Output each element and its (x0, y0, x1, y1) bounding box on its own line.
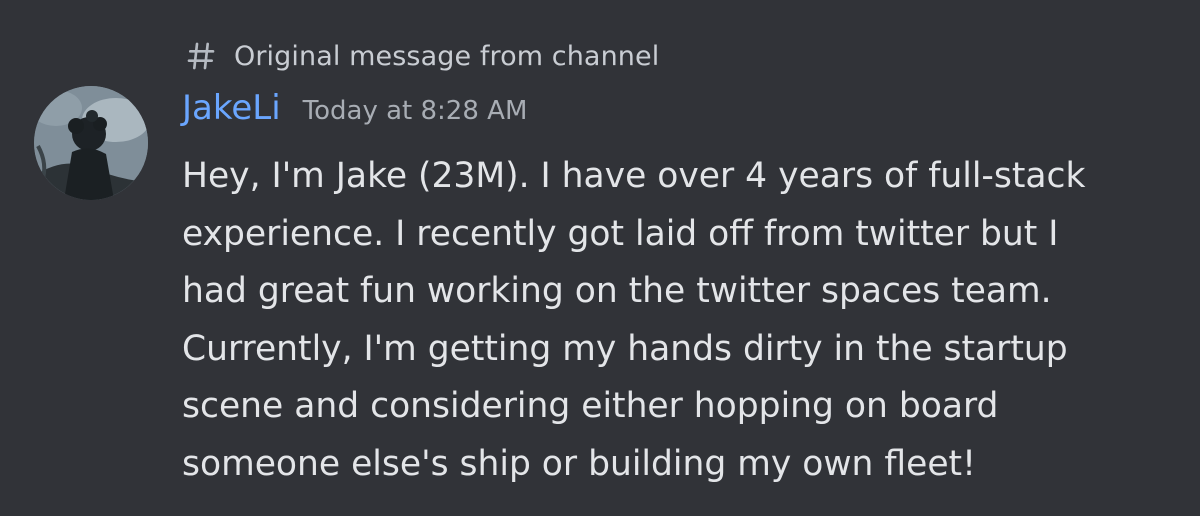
avatar[interactable] (34, 86, 148, 200)
forwarded-channel-label[interactable]: Original message from channel (234, 41, 659, 72)
message-timestamp: Today at 8:28 AM (302, 96, 528, 126)
username[interactable]: JakeLi (182, 88, 281, 128)
forwarded-message-header: Original message from channel (184, 34, 659, 78)
hash-icon (184, 39, 218, 73)
message-header: JakeLi Today at 8:28 AM (182, 88, 527, 138)
message-content: Hey, I'm Jake (23M). I have over 4 years… (182, 156, 1086, 484)
